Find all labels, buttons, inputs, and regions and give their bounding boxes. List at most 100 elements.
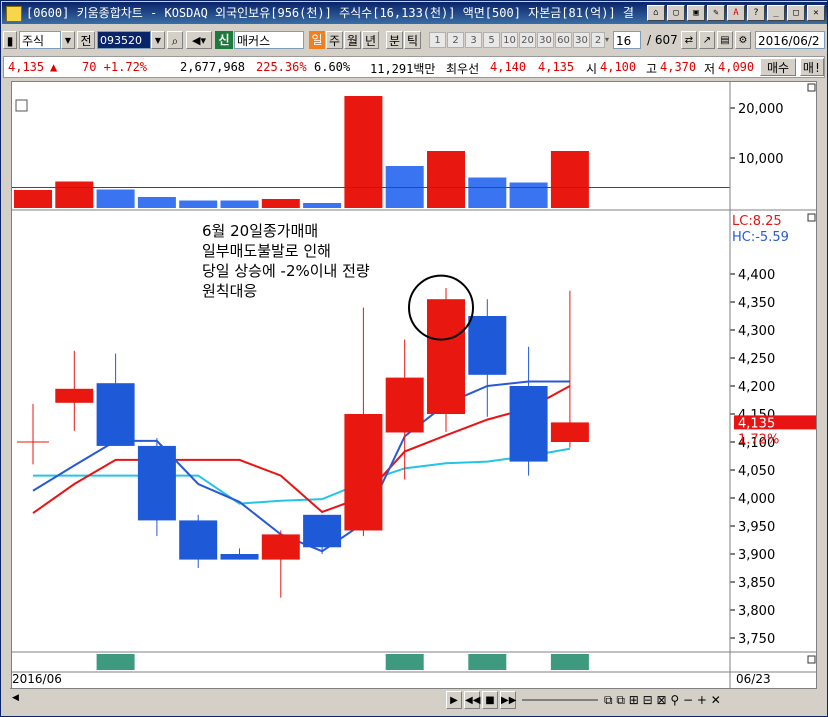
zoom-slider[interactable] (522, 699, 598, 701)
gear-icon[interactable]: ⚙ (735, 31, 751, 49)
link-button[interactable]: ▣ (687, 5, 705, 21)
panel-close-icon (807, 213, 816, 222)
minute-1-button[interactable]: 1 (429, 32, 446, 48)
price-tick-label: 3,850 (738, 576, 775, 591)
annotation-text: 6월 20일종가매매 (202, 222, 318, 240)
scroll-bar[interactable]: ◀ ▶ ◀◀ ■ ▶▶ ⧉ ⧉ ⊞ ⊟ ⊠ ⚲ − + ✕ (10, 688, 816, 713)
date-input[interactable]: 2016/06/2 (755, 31, 825, 49)
jeon-button[interactable]: 전 (77, 31, 95, 49)
forward-icon[interactable]: ▶▶ (500, 691, 516, 709)
font-button[interactable]: A (727, 5, 745, 21)
minute-5-button[interactable]: 5 (483, 32, 500, 48)
high-price: 4,370 (660, 60, 697, 74)
stock-code-input[interactable]: 093520 (97, 31, 151, 49)
volume: 2,677,968 (180, 60, 246, 74)
price-tick-label: 4,350 (738, 296, 775, 311)
low-label: 저 (704, 62, 716, 76)
volume-bar (509, 182, 548, 208)
quote-bar: 4,135 ▲ 70 +1.72% 2,677,968 225.36% 6.60… (3, 56, 825, 78)
crosshair-icon[interactable]: ⇄ (681, 31, 697, 49)
scroll-right-icon[interactable]: ▶ (446, 691, 462, 709)
minute-3-button[interactable]: 3 (465, 32, 482, 48)
minute-30-button[interactable]: 30 (537, 32, 554, 48)
stock-badge: 신 (215, 31, 233, 49)
price-tick-label: 3,950 (738, 520, 775, 535)
chart-tools-icon[interactable]: ⧉ ⧉ ⊞ ⊟ ⊠ ⚲ − + ✕ (604, 693, 721, 708)
app-icon (6, 6, 22, 22)
candle-body (427, 299, 465, 414)
volume-bar (137, 197, 176, 208)
maximize-button[interactable]: □ (787, 5, 805, 21)
candle-body (509, 386, 548, 462)
volume-bar (55, 181, 94, 208)
title-bar: [0600] 키움종합차트 - KOSDAQ 외국인보유[956(천)] 주식수… (2, 2, 827, 24)
high-label: 고 (646, 62, 658, 76)
hc-label: HC:-5.59 (732, 230, 789, 245)
minute-2-button[interactable]: 2 (447, 32, 464, 48)
close-button[interactable]: ✕ (807, 5, 825, 21)
line-tool-icon[interactable]: ↗ (699, 31, 715, 49)
minimize-button[interactable]: _ (767, 5, 785, 21)
price-tick-label: 4,250 (738, 352, 775, 367)
buy-button[interactable]: 매수 (760, 58, 796, 76)
window-button[interactable]: ▢ (667, 5, 685, 21)
search-icon[interactable]: ⌕ (167, 31, 183, 49)
period-year-tab[interactable]: 년 (362, 31, 379, 49)
minute-30b-button[interactable]: 30 (573, 32, 590, 48)
title-buttons: ⌂ ▢ ▣ ✎ A ? _ □ ✕ (647, 5, 825, 21)
bottom-date-right: 06/23 (736, 672, 771, 686)
price-panel: 4,4004,3504,3004,2504,2004,1504,1004,050… (17, 213, 816, 647)
minute-10-button[interactable]: 10 (501, 32, 518, 48)
volume-bar (261, 199, 300, 208)
count-input[interactable]: 16 (613, 31, 641, 49)
save-icon[interactable]: ▤ (717, 31, 733, 49)
annotation-text: 원칙대응 (202, 282, 257, 300)
minute-custom-input[interactable]: 2 (591, 32, 605, 48)
period-minute-tab[interactable]: 분 (386, 31, 403, 49)
period-day-tab[interactable]: 일 (309, 31, 325, 49)
panel-close-icon (807, 655, 816, 664)
change-tag-text: 1.72% (738, 432, 779, 447)
best-label: 최우선 (446, 62, 480, 76)
minute-20-button[interactable]: 20 (519, 32, 536, 48)
home-button[interactable]: ⌂ (647, 5, 665, 21)
toolbar: ▮ 주식 ▼ 전 093520 ▼ ⌕ ◀▾ 신 매커스 일 주 월 년 분 틱… (3, 28, 825, 52)
volume-bar (468, 177, 507, 208)
chart-area[interactable]: 20,000 10,000 4,400 4,350 4,300 4,250 4,200 4,… (11, 81, 817, 689)
candle-body (55, 388, 94, 403)
current-price: 4,135 (8, 60, 45, 74)
stop-icon[interactable]: ■ (482, 691, 498, 709)
price-tag-text: 4,135 (738, 416, 775, 431)
chart-settings-icon[interactable]: ▮ (3, 31, 17, 49)
edit-button[interactable]: ✎ (707, 5, 725, 21)
chart-svg[interactable]: 20,000 10,000 4,400 4,350 4,300 4,250 4,200 4,… (12, 82, 816, 688)
price-tick-label: 4,400 (738, 268, 775, 283)
total-count: / 607 (647, 33, 678, 47)
help-button[interactable]: ? (747, 5, 765, 21)
candle-body (303, 514, 342, 548)
candle-body (220, 554, 259, 560)
price-tick-label: 4,000 (738, 492, 775, 507)
rewind-icon[interactable]: ◀◀ (464, 691, 480, 709)
market-dropdown-icon[interactable]: ▼ (61, 31, 75, 49)
volume-bar (220, 200, 259, 208)
price-tick-label: 3,900 (738, 548, 775, 563)
price-tick-label: 3,800 (738, 604, 775, 619)
minute-60-button[interactable]: 60 (555, 32, 572, 48)
market-select[interactable]: 주식 (19, 31, 61, 49)
period-tick-tab[interactable]: 틱 (404, 31, 421, 49)
scroll-left-icon[interactable]: ◀ (12, 693, 24, 707)
volume-bar (303, 203, 342, 208)
window-title: [0600] 키움종합차트 - KOSDAQ 외국인보유[956(천)] 주식수… (26, 6, 634, 20)
annotation-text: 당일 상승에 -2%이내 전량 (202, 262, 370, 280)
volume-panel: 20,000 10,000 (12, 83, 816, 208)
period-week-tab[interactable]: 주 (326, 31, 343, 49)
volume-tick-label: 10,000 (738, 152, 784, 167)
sell-button[interactable]: 매! (800, 58, 824, 76)
chart-window: [0600] 키움종합차트 - KOSDAQ 외국인보유[956(천)] 주식수… (0, 0, 828, 717)
period-month-tab[interactable]: 월 (344, 31, 361, 49)
code-dropdown-icon[interactable]: ▼ (151, 31, 165, 49)
stock-name[interactable]: 매커스 (234, 31, 304, 49)
speaker-icon[interactable]: ◀▾ (186, 31, 212, 49)
low-price: 4,090 (718, 60, 755, 74)
